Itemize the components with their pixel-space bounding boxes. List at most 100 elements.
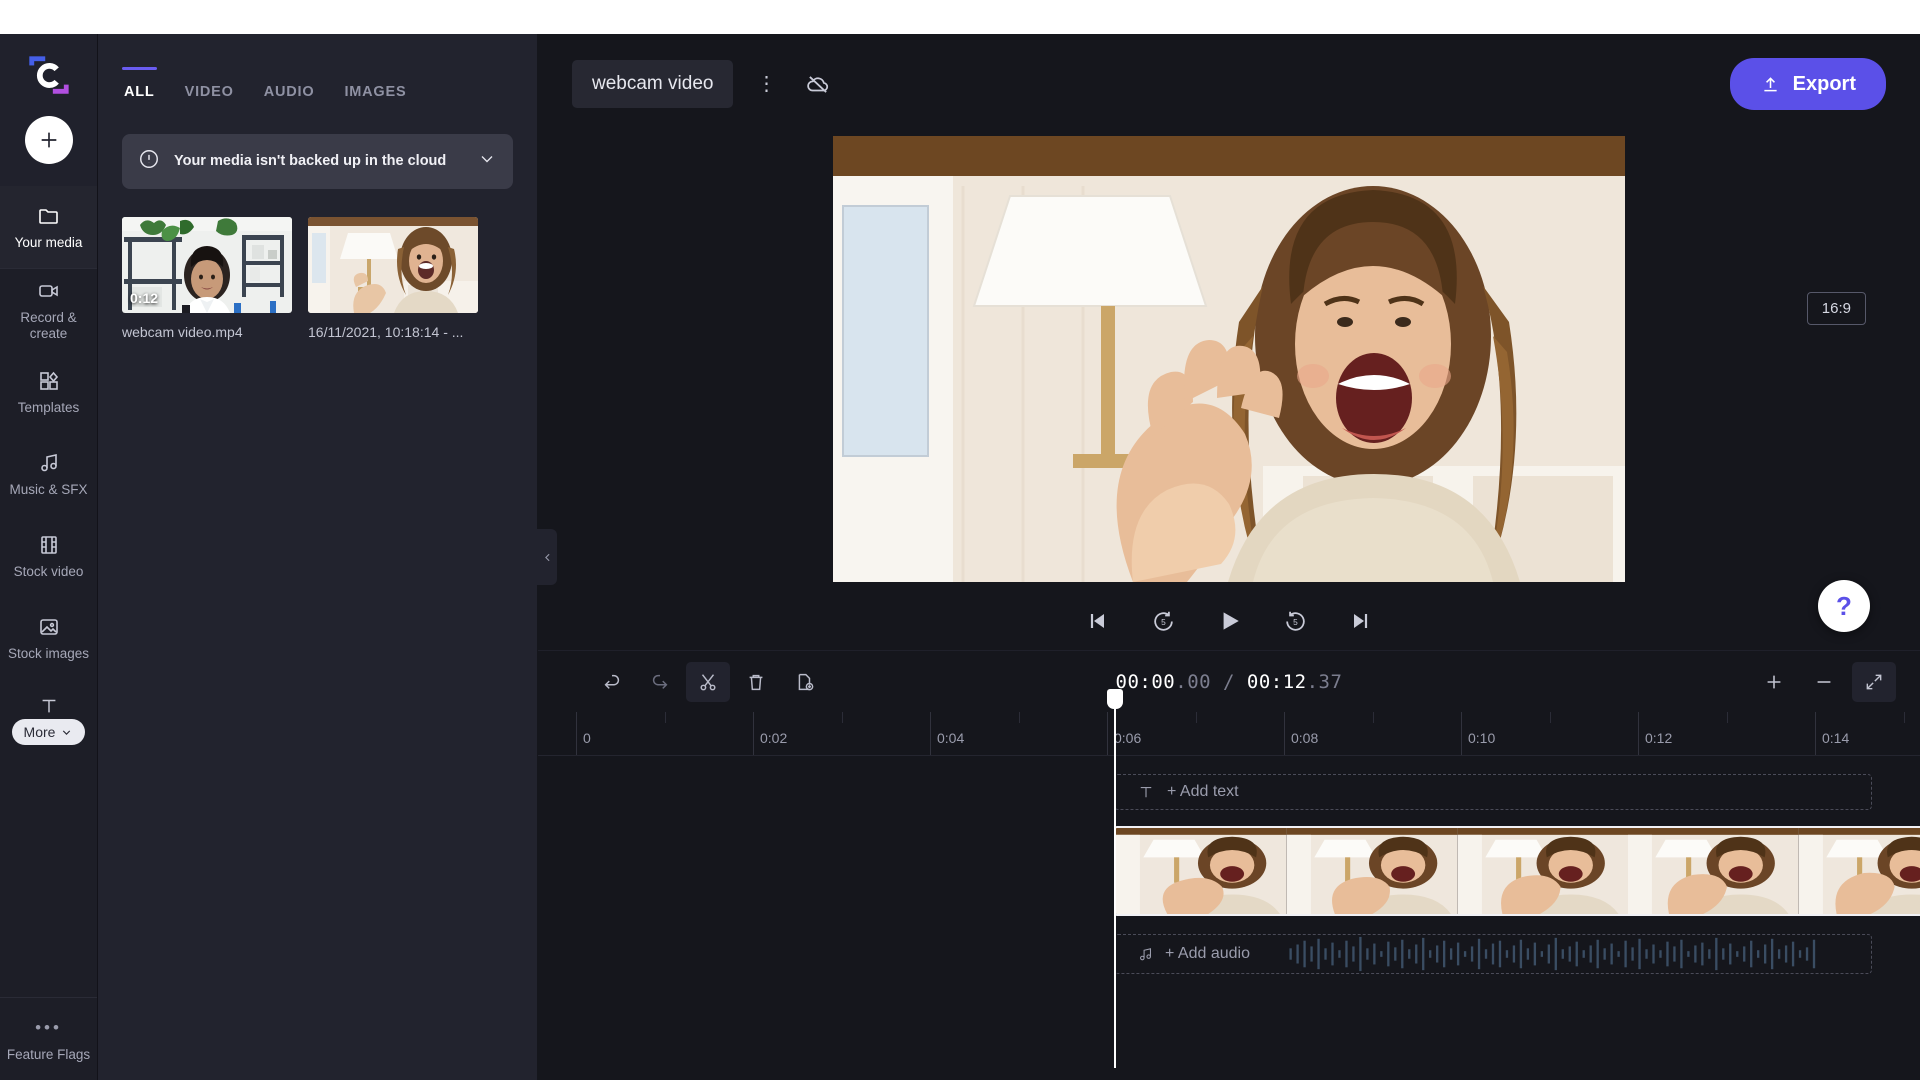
sidebar-item-record-create[interactable]: Record & create [0,269,97,351]
sidebar-item-stock-images[interactable]: Stock images [0,597,97,679]
media-thumbnail[interactable] [308,217,478,313]
more-button-wrap: More [0,719,97,745]
text-track-row: + Add text [1114,774,1872,810]
redo-button[interactable] [638,662,682,702]
cloud-backup-banner-text: Your media isn't backed up in the cloud [174,152,447,169]
video-preview[interactable] [833,136,1625,582]
more-button-label: More [23,724,56,740]
text-icon [38,693,60,719]
forward-5-icon: 5 [1285,611,1305,631]
aspect-ratio-button[interactable]: 16:9 [1806,292,1866,325]
plus-icon [1767,675,1781,688]
tab-all[interactable]: ALL [122,67,157,114]
preview-area: 16:9 5 5 ? [538,134,1920,650]
chevron-down-icon[interactable] [477,149,497,174]
sidebar-item-feature-flags[interactable]: ••• Feature Flags [0,998,97,1080]
add-text-label: + Add text [1167,783,1239,800]
timecode-display: 00:00.00 / 00:12.37 [1116,671,1343,693]
ruler-label: 0:06 [1114,730,1142,746]
clip-frame [1799,828,1920,914]
zoom-controls [1752,661,1896,702]
media-item-0[interactable]: 0:12 webcam video.mp4 [122,217,292,340]
delete-button[interactable] [734,662,778,702]
add-text-track[interactable]: + Add text [1114,774,1872,810]
ruler-tick-minor [1903,712,1905,723]
add-media-button[interactable] [24,116,73,164]
skip-to-start-button[interactable] [1080,604,1114,638]
playhead[interactable] [1107,689,1123,1068]
timeline-ruler[interactable]: 0 0:02 0:04 0:06 0:08 0:10 0:12 0:14 [538,712,1920,756]
sidebar-item-your-media[interactable]: Your media [0,186,97,268]
clip-frame [1457,828,1629,914]
undo-button[interactable] [590,662,634,702]
cloud-backup-status-button[interactable] [799,65,837,103]
ruler-tick-minor [841,712,843,723]
tab-images[interactable]: IMAGES [342,72,408,114]
rewind-5-icon: 5 [1153,611,1173,631]
tab-label: AUDIO [263,84,315,100]
export-button-label: Export [1792,72,1856,95]
zoom-in-button[interactable] [1752,662,1796,702]
media-grid: 0:12 webcam video.mp4 16/11/2021, 10:18:… [98,189,537,340]
ruler-label: 0:14 [1822,730,1850,746]
media-panel: ALL VIDEO AUDIO IMAGES Your media isn't … [98,34,538,1080]
sidebar-item-music-sfx[interactable]: Music & SFX [0,433,97,515]
tab-audio[interactable]: AUDIO [262,72,317,114]
minus-icon [1817,680,1831,683]
tab-label: ALL [124,84,155,100]
export-button[interactable]: Export [1729,58,1886,110]
media-item-1[interactable]: 16/11/2021, 10:18:14 - ... [308,217,478,340]
zoom-out-button[interactable] [1802,662,1846,702]
ruler-label: 0:08 [1291,730,1319,746]
sidebar-item-label: Music & SFX [9,482,88,498]
svg-text:5: 5 [1293,617,1298,627]
video-clip[interactable] [1114,826,1920,916]
upload-icon [1764,76,1777,91]
split-button[interactable] [686,661,730,702]
chevron-left-icon [544,553,550,561]
tab-label: VIDEO [184,84,234,100]
duplicate-button[interactable] [782,662,826,702]
playhead-handle[interactable] [1107,689,1123,709]
edit-tools [590,661,826,702]
left-rail: Your media Record & create Templates Mus… [0,34,98,1080]
more-button[interactable]: More [11,719,86,745]
skip-to-end-icon [1354,614,1368,628]
alert-circle-icon [138,148,160,175]
ruler-tick-minor [1195,712,1197,723]
sidebar-item-label: Record & create [20,310,77,341]
media-item-name: webcam video.mp4 [122,324,243,340]
help-button[interactable]: ? [1818,580,1870,632]
timeline-tracks: + Add text + Add audio [538,756,1920,1080]
current-time: 00:00 [1115,670,1176,693]
sidebar-item-label: Stock images [7,646,90,662]
rewind-5-button[interactable]: 5 [1146,604,1180,638]
trash-icon [749,674,763,690]
sidebar-item-stock-video[interactable]: Stock video [0,515,97,597]
timeline-toolbar: 00:00.00 / 00:12.37 [538,650,1920,712]
undo-icon [604,674,620,689]
tab-label: IMAGES [344,84,407,100]
clipchamp-editor: Your media Record & create Templates Mus… [0,0,1920,1080]
media-tabs: ALL VIDEO AUDIO IMAGES [98,34,537,114]
ruler-tick-minor [1372,712,1374,723]
play-button[interactable] [1212,604,1246,638]
cloud-backup-banner[interactable]: Your media isn't backed up in the cloud [122,134,513,189]
tab-video[interactable]: VIDEO [183,72,236,114]
skip-to-end-button[interactable] [1344,604,1378,638]
play-icon [1223,612,1239,630]
sidebar-item-templates[interactable]: Templates [0,351,97,433]
music-note-icon [37,450,61,476]
fit-to-screen-button[interactable] [1852,661,1896,702]
media-thumbnail[interactable]: 0:12 [122,217,292,313]
skip-to-start-icon [1090,614,1104,628]
rail-top-section [0,34,97,186]
clipchamp-logo-icon[interactable] [26,52,72,98]
templates-icon [37,368,61,394]
collapse-panel-button[interactable] [537,529,557,585]
add-audio-track[interactable]: + Add audio [1114,934,1872,974]
forward-5-button[interactable]: 5 [1278,604,1312,638]
current-frames: .00 [1175,670,1212,693]
project-title-input[interactable]: webcam video [572,60,734,108]
project-menu-button[interactable]: ⋮ [747,65,785,103]
